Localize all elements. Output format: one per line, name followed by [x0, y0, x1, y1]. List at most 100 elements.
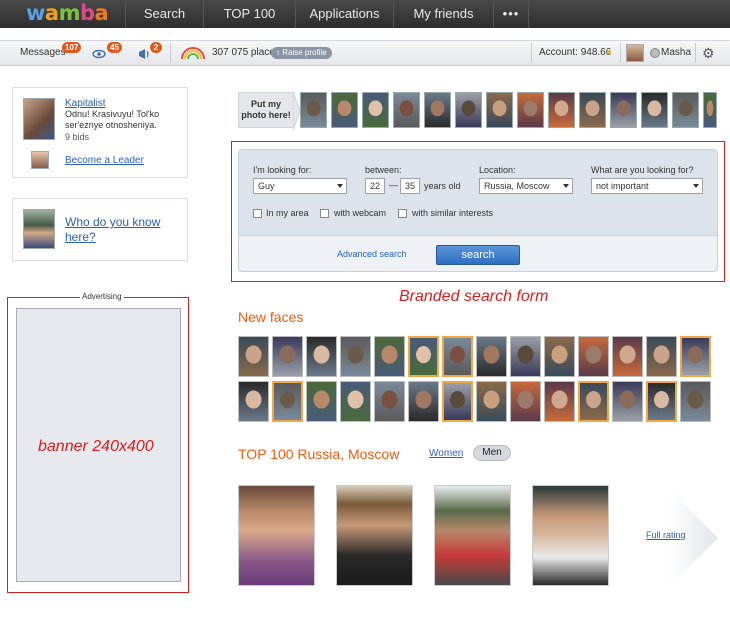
gear-icon[interactable]: ⚙ — [702, 41, 715, 65]
strip-photo[interactable] — [517, 92, 544, 128]
looking-for-select[interactable]: Guy — [253, 178, 347, 194]
looking-for-label: I'm looking for: — [253, 165, 312, 175]
in-my-area-label[interactable]: In my area — [266, 208, 309, 218]
nav-search[interactable]: Search — [125, 0, 203, 28]
age-to-input[interactable]: 35 — [400, 178, 420, 194]
nav-applications[interactable]: Applications — [295, 0, 393, 28]
top100-heading: TOP 100 Russia, Moscow — [238, 446, 400, 462]
eye-icon[interactable] — [92, 41, 106, 65]
wamba-logo[interactable]: wamba — [26, 1, 109, 25]
strip-photo[interactable] — [672, 92, 699, 128]
new-face-photo[interactable] — [680, 336, 711, 377]
put-my-photo-button[interactable]: Put my photo here! — [238, 92, 294, 128]
similar-interests-checkbox[interactable] — [398, 209, 407, 218]
who-do-you-know-link[interactable]: Who do you know here? — [65, 215, 183, 245]
strip-photo[interactable] — [579, 92, 606, 128]
purpose-select[interactable]: not important — [591, 178, 703, 194]
place-rank: 307 075 place — [212, 47, 275, 58]
full-rating-link[interactable]: Full rating — [646, 530, 686, 540]
top100-photo-4[interactable] — [532, 485, 609, 586]
logo-letter-a: a — [44, 1, 59, 25]
new-face-photo[interactable] — [544, 381, 575, 422]
new-face-photo[interactable] — [612, 381, 643, 422]
become-leader-link[interactable]: Become a Leader — [65, 155, 144, 166]
raise-profile-button[interactable]: ↑ Raise profile — [271, 47, 332, 59]
nav-top100[interactable]: TOP 100 — [203, 0, 295, 28]
new-face-photo[interactable] — [544, 336, 575, 377]
new-face-photo[interactable] — [374, 336, 405, 377]
who-do-you-know-box: Who do you know here? — [12, 198, 188, 261]
strip-photo[interactable] — [548, 92, 575, 128]
top-navigation-bar: wamba Search TOP 100 Applications My fri… — [0, 0, 730, 28]
age-from-input[interactable]: 22 — [365, 178, 385, 194]
new-face-photo[interactable] — [306, 336, 337, 377]
years-old-label: years old — [424, 181, 461, 191]
with-webcam-label[interactable]: with webcam — [334, 208, 386, 218]
views-count-badge: 45 — [107, 42, 122, 53]
search-button[interactable]: search — [436, 245, 520, 265]
messages-link[interactable]: Messages — [20, 41, 66, 65]
strip-photo[interactable] — [424, 92, 451, 128]
strip-photo[interactable] — [331, 92, 358, 128]
megaphone-icon[interactable] — [137, 41, 151, 65]
new-face-photo[interactable] — [646, 336, 677, 377]
strip-photo[interactable] — [300, 92, 327, 128]
new-face-photo[interactable] — [306, 381, 337, 422]
new-face-photo[interactable] — [680, 381, 711, 422]
logo-letter-m: m — [58, 1, 81, 25]
who-photo[interactable] — [23, 209, 55, 249]
user-avatar[interactable] — [626, 44, 644, 62]
new-face-photo[interactable] — [442, 381, 473, 422]
location-select[interactable]: Russia, Moscow — [479, 178, 573, 194]
advanced-search-link[interactable]: Advanced search — [337, 249, 407, 259]
banner-annotation: banner 240x400 — [38, 438, 154, 455]
new-face-photo[interactable] — [612, 336, 643, 377]
account-balance[interactable]: Account: 948.66 — [539, 41, 611, 65]
new-face-photo[interactable] — [408, 381, 439, 422]
similar-interests-label[interactable]: with similar interests — [412, 208, 493, 218]
strip-photo[interactable] — [455, 92, 482, 128]
leader-name-link[interactable]: Kapitalist — [65, 98, 106, 109]
nav-my-friends[interactable]: My friends — [393, 0, 493, 28]
strip-photo[interactable] — [486, 92, 513, 128]
men-tab[interactable]: Men — [473, 445, 511, 461]
leader-photo[interactable] — [23, 98, 55, 140]
new-face-photo[interactable] — [272, 336, 303, 377]
age-dash: — — [389, 180, 398, 190]
messages-count-badge: 107 — [62, 42, 82, 53]
new-face-photo[interactable] — [374, 381, 405, 422]
new-face-photo[interactable] — [238, 336, 269, 377]
strip-photo[interactable] — [641, 92, 668, 128]
new-face-photo[interactable] — [272, 381, 303, 422]
new-face-photo[interactable] — [510, 381, 541, 422]
top100-photo-3[interactable] — [434, 485, 511, 586]
new-face-photo[interactable] — [238, 381, 269, 422]
purpose-value: not important — [596, 181, 649, 191]
new-face-photo[interactable] — [646, 381, 677, 422]
status-icon — [649, 41, 661, 65]
new-face-photo[interactable] — [578, 381, 609, 422]
logo-letter-w: w — [26, 1, 45, 25]
top100-photo-1[interactable] — [238, 485, 315, 586]
new-face-photo[interactable] — [510, 336, 541, 377]
strip-photo[interactable] — [393, 92, 420, 128]
women-tab[interactable]: Women — [429, 448, 463, 459]
nav-more-menu[interactable]: ••• — [493, 0, 529, 28]
new-face-photo[interactable] — [442, 336, 473, 377]
top100-photo-2[interactable] — [336, 485, 413, 586]
strip-photo[interactable] — [362, 92, 389, 128]
in-my-area-checkbox[interactable] — [253, 209, 262, 218]
new-face-photo[interactable] — [408, 336, 439, 377]
strip-photo[interactable] — [610, 92, 637, 128]
username-link[interactable]: Masha — [661, 41, 691, 65]
chevron-down-icon — [337, 184, 343, 188]
with-webcam-checkbox[interactable] — [320, 209, 329, 218]
advertising-label: Advertising — [80, 292, 124, 301]
coin-icon: ● — [606, 47, 613, 58]
new-face-photo[interactable] — [340, 336, 371, 377]
strip-photo[interactable] — [703, 92, 717, 128]
new-face-photo[interactable] — [476, 381, 507, 422]
new-face-photo[interactable] — [476, 336, 507, 377]
new-face-photo[interactable] — [578, 336, 609, 377]
new-face-photo[interactable] — [340, 381, 371, 422]
